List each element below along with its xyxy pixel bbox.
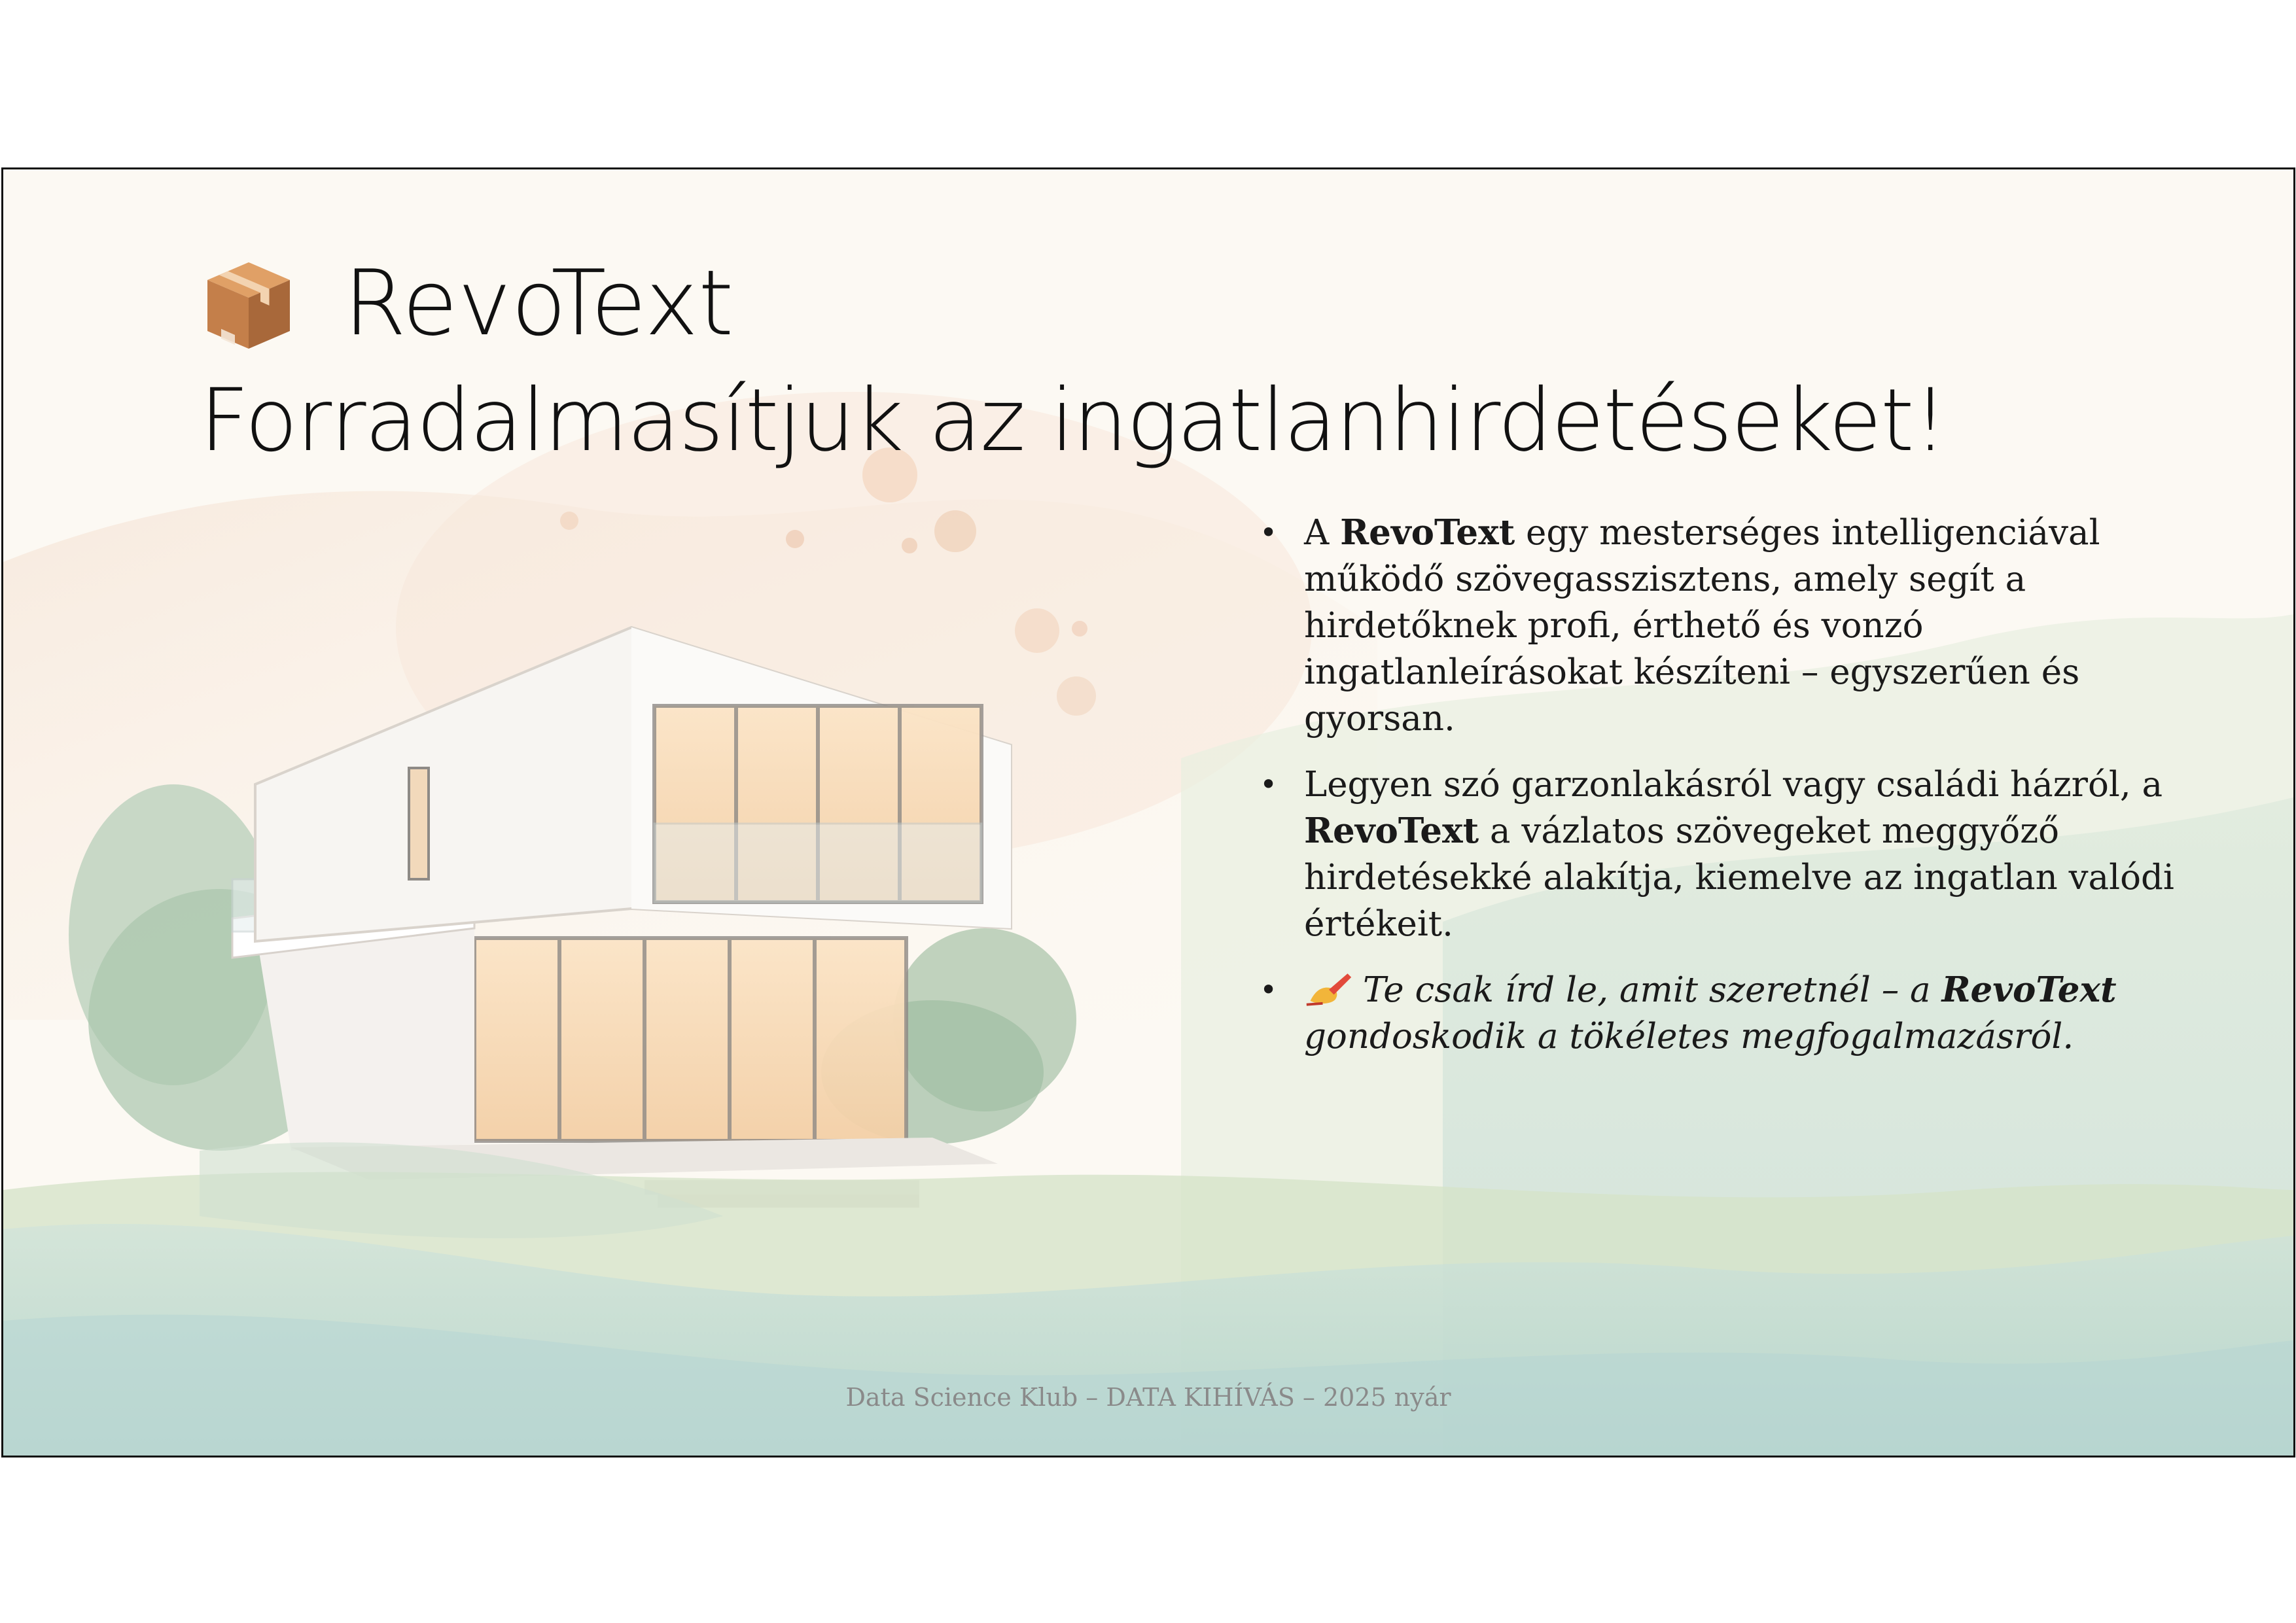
slide-subtitle: Forradalmasítjuk az ingatlanhirdetéseket… <box>200 370 1948 471</box>
slide-footer: Data Science Klub – DATA KIHÍVÁS – 2025 … <box>845 1383 1451 1412</box>
slide-title: RevoText <box>344 251 734 356</box>
bullet-item: Legyen szó garzonlakásról vagy családi h… <box>1260 761 2228 947</box>
writing-hand-icon <box>1306 973 1352 1006</box>
bullet-item: A RevoText egy mesterséges intelligenciá… <box>1260 510 2228 742</box>
slide-title-row: RevoText <box>200 254 733 353</box>
package-box-icon <box>207 262 290 349</box>
bullet-text: A <box>1304 513 1341 553</box>
brand-name: RevoText <box>1304 811 1479 851</box>
brand-name: RevoText <box>1340 512 1515 553</box>
brand-name: RevoText <box>1941 969 2117 1010</box>
bullet-list: A RevoText egy mesterséges intelligenciá… <box>1260 510 2228 1079</box>
slide: RevoText Forradalmasítjuk az ingatlanhir… <box>1 167 2295 1457</box>
bullet-text: Legyen szó garzonlakásról vagy családi h… <box>1304 765 2163 805</box>
bullet-text: Te csak írd le, amit szeretnél – a <box>1363 970 1942 1010</box>
bullet-text: gondoskodik a tökéletes megfogalmazásról… <box>1304 1017 2074 1056</box>
bullet-item: Te csak írd le, amit szeretnél – a RevoT… <box>1260 967 2228 1060</box>
